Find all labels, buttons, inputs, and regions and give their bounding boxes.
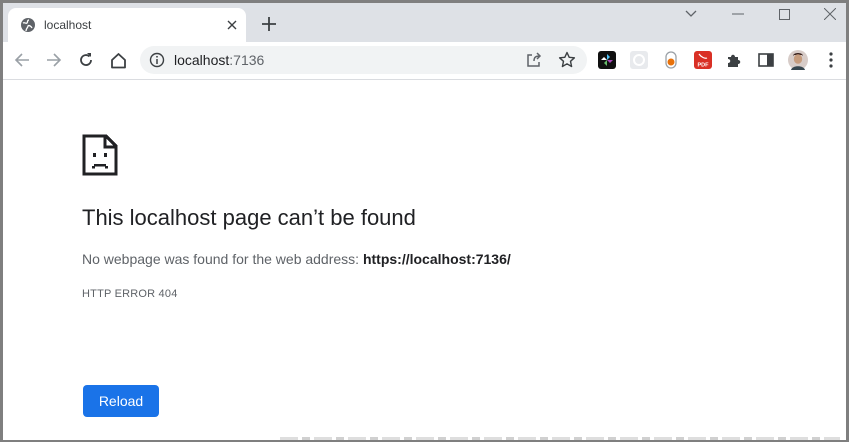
toggle-extension-icon[interactable] <box>662 51 680 69</box>
puzzle-icon <box>728 54 741 67</box>
globe-icon <box>21 18 35 32</box>
browser-toolbar: localhost:7136 PDF <box>0 42 849 80</box>
minimize-button[interactable] <box>727 5 749 23</box>
share-icon[interactable] <box>525 51 543 69</box>
maximize-icon <box>778 8 790 20</box>
close-icon <box>824 8 836 20</box>
home-icon <box>110 52 126 68</box>
url-text[interactable]: localhost:7136 <box>174 52 264 68</box>
tab-close-icon[interactable] <box>224 17 240 33</box>
info-icon[interactable] <box>149 52 165 68</box>
side-panel-button[interactable] <box>754 48 778 72</box>
forward-arrow-icon <box>47 53 62 67</box>
window-close-button[interactable] <box>819 5 841 23</box>
side-panel-icon <box>758 53 774 67</box>
error-page: This localhost page can’t be found No we… <box>0 80 849 442</box>
kebab-menu-icon <box>829 52 833 68</box>
pdf-extension-icon[interactable]: PDF <box>694 51 712 69</box>
tab-strip: localhost <box>0 0 849 42</box>
chevron-down-icon <box>685 10 697 17</box>
back-button[interactable] <box>10 48 34 72</box>
home-button[interactable] <box>106 48 130 72</box>
reload-icon <box>80 53 92 66</box>
url-host: localhost <box>174 52 230 68</box>
forward-button[interactable] <box>42 48 66 72</box>
extensions-button[interactable] <box>722 48 746 72</box>
error-code: HTTP ERROR 404 <box>82 288 178 300</box>
browser-tab[interactable]: localhost <box>8 8 246 42</box>
maximize-button[interactable] <box>773 5 795 23</box>
address-bar[interactable]: localhost:7136 <box>140 46 587 74</box>
pinwheel-extension-icon[interactable] <box>598 51 616 69</box>
page-title: This localhost page can’t be found <box>82 205 416 230</box>
pdf-badge-text: PDF <box>698 63 710 69</box>
menu-button[interactable] <box>819 48 843 72</box>
avatar-icon <box>788 50 808 70</box>
plus-icon <box>262 17 276 31</box>
bottom-edge-artifact <box>280 437 840 441</box>
tab-search-button[interactable] <box>680 5 702 23</box>
minimize-icon <box>732 13 744 15</box>
reload-button[interactable] <box>74 48 98 72</box>
url-port: :7136 <box>229 52 265 68</box>
tab-title: localhost <box>44 18 92 32</box>
bookmark-star-icon[interactable] <box>558 51 576 69</box>
profile-button[interactable] <box>786 48 810 72</box>
description-text: No webpage was found for the web address… <box>82 251 363 267</box>
grid-extension-icon[interactable] <box>630 51 648 69</box>
back-arrow-icon <box>14 53 29 67</box>
reload-page-button[interactable]: Reload <box>83 385 159 417</box>
sad-page-icon <box>82 134 118 176</box>
error-description: No webpage was found for the web address… <box>82 250 511 268</box>
new-tab-button[interactable] <box>258 13 280 35</box>
error-url: https://localhost:7136/ <box>362 251 511 267</box>
